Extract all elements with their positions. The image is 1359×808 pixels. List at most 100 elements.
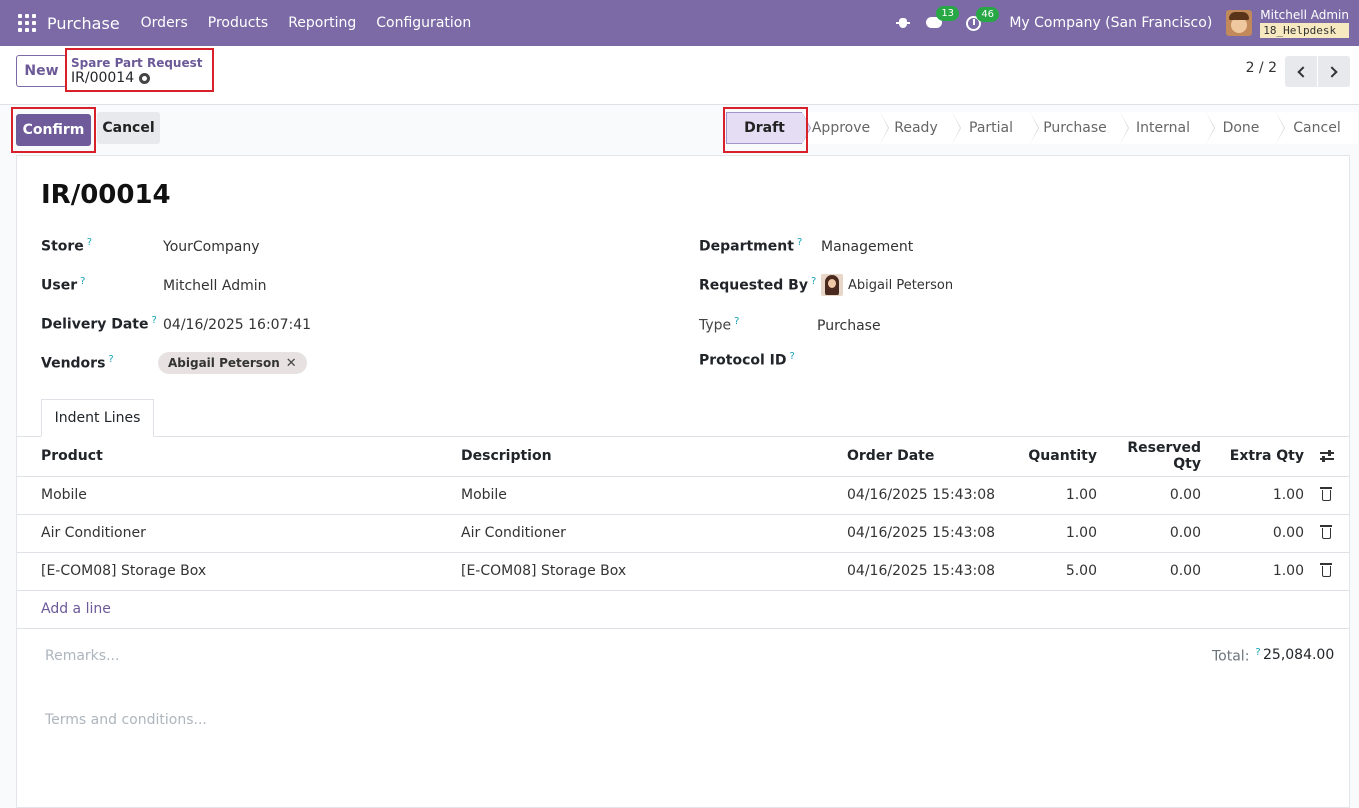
department-label: Department? (699, 237, 803, 255)
cell-order-date[interactable]: 04/16/2025 15:43:08 (847, 552, 1007, 591)
sliders-icon (1319, 450, 1334, 462)
stage-ready[interactable]: Ready (880, 112, 961, 144)
pager-next-button[interactable] (1318, 56, 1350, 87)
table-row[interactable]: Air Conditioner Air Conditioner 04/16/20… (17, 514, 1349, 553)
cell-product[interactable]: Mobile (17, 476, 461, 515)
activity-count-badge: 46 (976, 6, 1000, 22)
cell-quantity[interactable]: 5.00 (1007, 552, 1097, 591)
cell-product[interactable]: Air Conditioner (17, 514, 461, 553)
chevron-right-icon (1326, 65, 1338, 78)
draft-highlight (723, 107, 808, 153)
menu-products[interactable]: Products (208, 15, 268, 31)
debug-bug-icon[interactable] (896, 16, 911, 30)
stage-label: Approve (811, 120, 871, 136)
menu-configuration[interactable]: Configuration (376, 15, 471, 31)
stage-done[interactable]: Done (1206, 112, 1285, 144)
column-product[interactable]: Product (17, 437, 461, 477)
store-field[interactable]: YourCompany (163, 239, 260, 255)
user-avatar[interactable] (1226, 10, 1253, 36)
stage-pipeline: Draft Approve Ready Partial Purchase Int… (726, 112, 1358, 144)
tab-indent-lines[interactable]: Indent Lines (41, 399, 154, 437)
vendor-tag[interactable]: Abigail Peterson ✕ (158, 352, 307, 374)
stage-label: Done (1222, 120, 1260, 136)
new-button[interactable]: New (16, 55, 67, 87)
chevron-left-icon (1297, 65, 1309, 78)
cell-extra-qty[interactable]: 1.00 (1201, 552, 1304, 591)
add-line-link[interactable]: Add a line (41, 601, 111, 617)
column-extra-qty[interactable]: Extra Qty (1201, 437, 1304, 477)
stage-label: Purchase (1043, 120, 1107, 136)
vendors-label: Vendors? (41, 354, 114, 372)
pager-value[interactable]: 2 / 2 (1246, 60, 1277, 76)
breadcrumb-parent[interactable]: Spare Part Request (71, 56, 212, 70)
cell-product[interactable]: [E-COM08] Storage Box (17, 552, 461, 591)
cell-reserved-qty[interactable]: 0.00 (1097, 476, 1201, 515)
stage-approve[interactable]: Approve (802, 112, 889, 144)
terms-field[interactable]: Terms and conditions... (45, 712, 207, 728)
user-label: User? (41, 276, 86, 294)
table-row[interactable]: [E-COM08] Storage Box [E-COM08] Storage … (17, 552, 1349, 591)
confirm-highlight: Confirm (11, 107, 96, 153)
stage-internal[interactable]: Internal (1120, 112, 1215, 144)
store-label: Store? (41, 237, 93, 255)
stage-purchase[interactable]: Purchase (1030, 112, 1129, 144)
stage-label: Internal (1136, 120, 1190, 136)
stage-label: Ready (894, 120, 938, 136)
gear-icon[interactable] (139, 73, 151, 84)
cell-description[interactable]: Air Conditioner (461, 514, 847, 553)
stage-cancel[interactable]: Cancel (1276, 112, 1358, 144)
department-field[interactable]: Management (821, 239, 913, 255)
table-header-row: Product Description Order Date Quantity … (17, 437, 1349, 477)
cell-order-date[interactable]: 04/16/2025 15:43:08 (847, 514, 1007, 553)
cell-extra-qty[interactable]: 0.00 (1201, 514, 1304, 553)
indent-lines-table: Product Description Order Date Quantity … (17, 437, 1349, 591)
delivery-date-label: Delivery Date? (41, 315, 157, 333)
cancel-button[interactable]: Cancel (97, 112, 160, 144)
cell-order-date[interactable]: 04/16/2025 15:43:08 (847, 476, 1007, 515)
delete-row-button[interactable] (1304, 476, 1349, 515)
remarks-field[interactable]: Remarks... (45, 648, 119, 664)
top-navbar: Purchase Orders Products Reporting Confi… (0, 0, 1359, 46)
delivery-date-field[interactable]: 04/16/2025 16:07:41 (163, 317, 311, 333)
chat-icon[interactable]: 13 (926, 6, 960, 30)
activity-clock-icon[interactable]: 46 (966, 6, 1000, 31)
column-description[interactable]: Description (461, 437, 847, 477)
type-field[interactable]: Purchase (817, 318, 881, 334)
stage-partial[interactable]: Partial (952, 112, 1039, 144)
breadcrumb: Spare Part Request IR/00014 (65, 48, 214, 92)
breadcrumb-current-label: IR/00014 (71, 70, 135, 86)
delete-row-button[interactable] (1304, 552, 1349, 591)
column-quantity[interactable]: Quantity (1007, 437, 1097, 477)
requested-by-label: Requested By? (699, 276, 817, 294)
table-row[interactable]: Mobile Mobile 04/16/2025 15:43:08 1.00 0… (17, 476, 1349, 515)
pager-previous-button[interactable] (1285, 56, 1317, 87)
company-switcher[interactable]: My Company (San Francisco) (1009, 15, 1212, 31)
record-title: IR/00014 (41, 180, 171, 210)
total-value: 25,084.00 (1263, 647, 1335, 663)
user-menu[interactable]: Mitchell Admin 18_Helpdesk (1260, 8, 1349, 38)
menu-orders[interactable]: Orders (141, 15, 188, 31)
trash-icon (1320, 524, 1332, 539)
column-reserved-qty[interactable]: Reserved Qty (1097, 437, 1201, 477)
optional-columns-toggle[interactable] (1304, 437, 1349, 477)
protocol-id-label: Protocol ID? (699, 351, 795, 369)
app-name[interactable]: Purchase (47, 14, 120, 33)
menu-reporting[interactable]: Reporting (288, 15, 356, 31)
cell-extra-qty[interactable]: 1.00 (1201, 476, 1304, 515)
delete-row-button[interactable] (1304, 514, 1349, 553)
cell-description[interactable]: [E-COM08] Storage Box (461, 552, 847, 591)
apps-menu-icon[interactable] (18, 14, 36, 32)
avatar (821, 274, 843, 296)
column-order-date[interactable]: Order Date (847, 437, 1007, 477)
total-label: Total:? (1212, 647, 1261, 665)
confirm-button[interactable]: Confirm (16, 114, 91, 146)
close-icon[interactable]: ✕ (286, 356, 297, 371)
cell-reserved-qty[interactable]: 0.00 (1097, 552, 1201, 591)
cell-reserved-qty[interactable]: 0.00 (1097, 514, 1201, 553)
user-field[interactable]: Mitchell Admin (163, 278, 267, 294)
cell-description[interactable]: Mobile (461, 476, 847, 515)
database-badge: 18_Helpdesk (1260, 22, 1349, 38)
cell-quantity[interactable]: 1.00 (1007, 514, 1097, 553)
cell-quantity[interactable]: 1.00 (1007, 476, 1097, 515)
requested-by-field[interactable]: Abigail Peterson (848, 278, 953, 293)
